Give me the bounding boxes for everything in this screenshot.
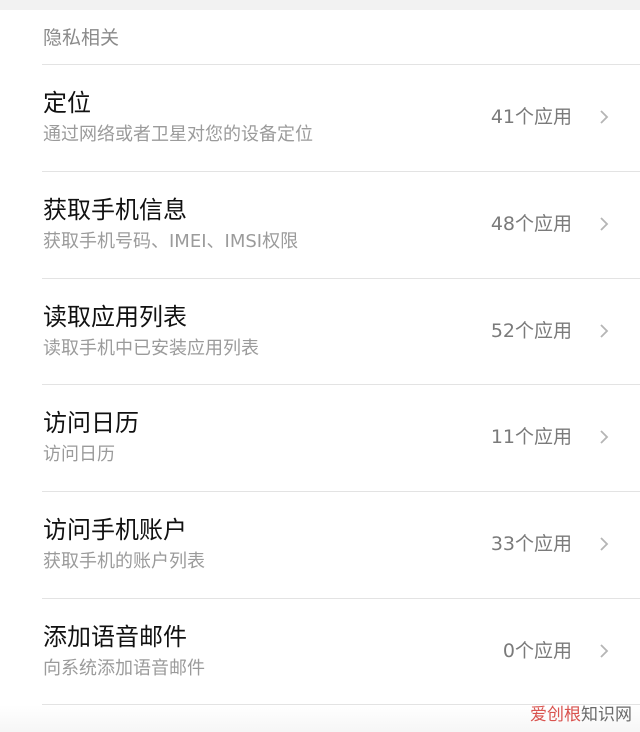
- chevron-right-icon: [600, 430, 609, 444]
- permission-row-location[interactable]: 定位 通过网络或者卫星对您的设备定位 41个应用: [0, 65, 640, 171]
- section-title: 隐私相关: [43, 27, 120, 49]
- row-app-count: 33个应用: [490, 533, 572, 555]
- watermark-suffix: 知识网: [581, 705, 632, 725]
- permission-row-accounts[interactable]: 访问手机账户 获取手机的账户列表 33个应用: [0, 492, 640, 598]
- row-title: 读取应用列表: [43, 303, 187, 331]
- row-title: 添加语音邮件: [43, 623, 187, 651]
- row-app-count: 41个应用: [490, 106, 572, 128]
- permission-row-voicemail[interactable]: 添加语音邮件 向系统添加语音邮件 0个应用: [0, 599, 640, 705]
- row-subtitle: 访问日历: [43, 444, 115, 465]
- permission-row-calendar[interactable]: 访问日历 访问日历 11个应用: [0, 385, 640, 491]
- row-title: 定位: [43, 89, 91, 117]
- row-title: 访问日历: [43, 409, 139, 437]
- permission-row-app-list[interactable]: 读取应用列表 读取手机中已安装应用列表 52个应用: [0, 279, 640, 385]
- row-subtitle: 获取手机号码、IMEI、IMSI权限: [43, 231, 299, 252]
- row-app-count: 11个应用: [490, 426, 572, 448]
- chevron-right-icon: [600, 324, 609, 338]
- row-subtitle: 通过网络或者卫星对您的设备定位: [43, 124, 313, 145]
- chevron-right-icon: [600, 537, 609, 551]
- permission-row-phone-info[interactable]: 获取手机信息 获取手机号码、IMEI、IMSI权限 48个应用: [0, 172, 640, 278]
- row-app-count: 0个应用: [502, 640, 572, 662]
- row-title: 访问手机账户: [43, 516, 187, 544]
- row-subtitle: 读取手机中已安装应用列表: [43, 338, 259, 359]
- watermark-brand: 爱创根: [530, 705, 581, 725]
- section-header: 隐私相关: [0, 10, 640, 65]
- row-subtitle: 向系统添加语音邮件: [43, 658, 205, 679]
- chevron-right-icon: [600, 217, 609, 231]
- chevron-right-icon: [600, 644, 609, 658]
- watermark: 爱创根知识网: [530, 704, 632, 726]
- row-subtitle: 获取手机的账户列表: [43, 551, 205, 572]
- row-title: 获取手机信息: [43, 196, 187, 224]
- top-strip: [0, 0, 640, 10]
- chevron-right-icon: [600, 110, 609, 124]
- row-app-count: 52个应用: [490, 320, 572, 342]
- row-app-count: 48个应用: [490, 213, 572, 235]
